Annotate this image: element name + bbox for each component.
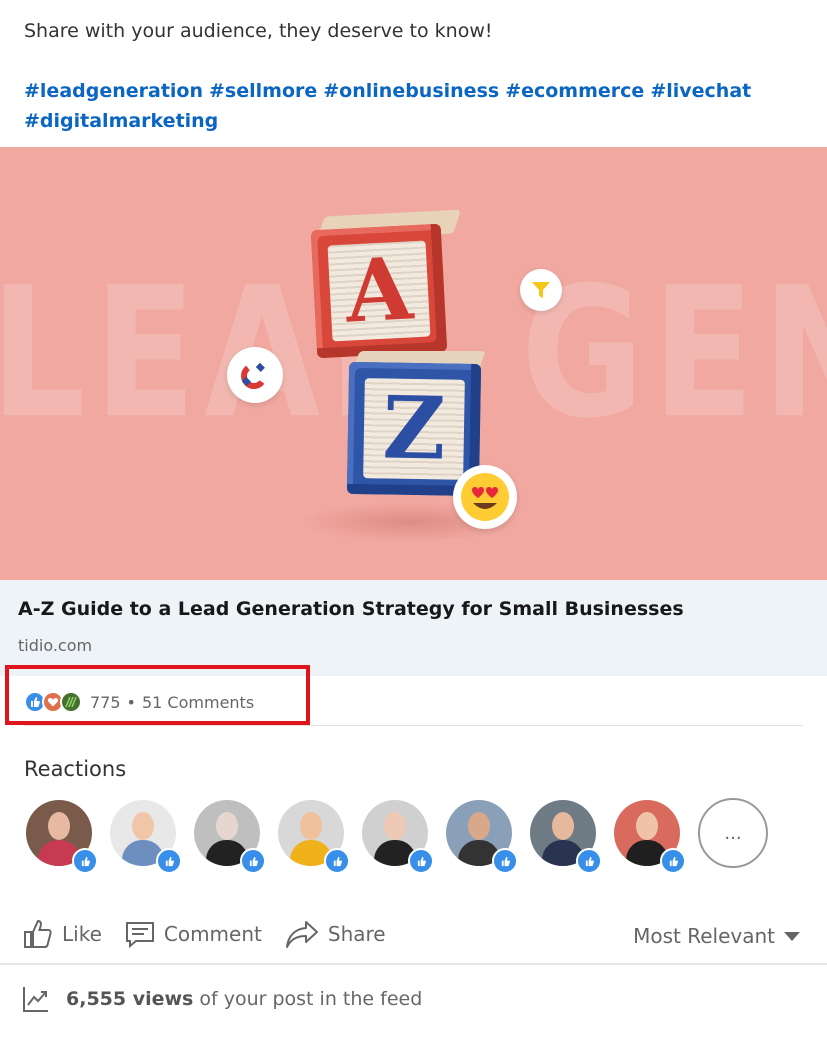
reactor-avatar[interactable]	[362, 800, 434, 874]
letter-block-a: A	[310, 223, 448, 359]
like-badge-icon	[408, 848, 434, 874]
reactor-avatar[interactable]	[446, 800, 518, 874]
count-separator: •	[126, 692, 136, 712]
sort-label: Most Relevant	[633, 924, 775, 948]
reactor-avatar[interactable]	[530, 800, 602, 874]
like-badge-icon	[156, 848, 182, 874]
funnel-icon	[520, 269, 562, 311]
reactor-avatar[interactable]	[614, 800, 686, 874]
reactor-avatar[interactable]	[194, 800, 266, 874]
hashtag-leadgeneration[interactable]: #leadgeneration	[24, 80, 203, 102]
article-hero-image[interactable]: LEAD GENERATION A Z	[0, 147, 827, 580]
like-badge-icon	[72, 848, 98, 874]
reactor-avatar[interactable]	[278, 800, 350, 874]
block-letter-a: A	[343, 238, 415, 343]
comment-icon	[125, 922, 154, 949]
comment-label: Comment	[163, 922, 262, 946]
hashtag-livechat[interactable]: #livechat	[650, 80, 751, 102]
reactions-heading: Reactions	[24, 757, 127, 781]
thumbs-up-icon	[24, 919, 52, 948]
like-badge-icon	[576, 848, 602, 874]
hashtag-list: #leadgeneration #sellmore #onlinebusiness #…	[24, 76, 804, 136]
reactor-avatar[interactable]	[110, 800, 182, 874]
hashtag-digitalmarketing[interactable]: #digitalmarketing	[24, 110, 218, 132]
like-badge-icon	[492, 848, 518, 874]
article-link-card[interactable]: A-Z Guide to a Lead Generation Strategy …	[0, 580, 827, 676]
article-title[interactable]: A-Z Guide to a Lead Generation Strategy …	[18, 598, 684, 620]
like-label: Like	[62, 922, 102, 946]
more-reactions-button[interactable]: ...	[698, 798, 768, 868]
post-body: Share with your audience, they deserve t…	[24, 20, 493, 42]
divider	[24, 725, 803, 726]
share-label: Share	[327, 922, 386, 946]
block-letter-z: Z	[381, 377, 447, 480]
hashtag-ecommerce[interactable]: #ecommerce	[505, 80, 644, 102]
reactor-avatar[interactable]	[26, 800, 98, 874]
social-counts: 775 • 51 Comments	[24, 689, 254, 715]
share-arrow-icon	[285, 921, 318, 948]
reaction-count[interactable]: 775	[90, 693, 121, 712]
post-views[interactable]: 6,555 views of your post in the feed	[22, 985, 422, 1013]
views-count: 6,555 views	[66, 988, 194, 1010]
share-button[interactable]: Share	[284, 918, 386, 950]
heart-eyes-emoji-icon	[453, 465, 517, 529]
like-badge-icon	[324, 848, 350, 874]
caret-down-icon	[784, 932, 800, 941]
comments-count[interactable]: 51 Comments	[142, 693, 254, 712]
article-domain: tidio.com	[18, 636, 93, 655]
sort-comments-dropdown[interactable]: Most Relevant	[633, 924, 801, 948]
magnet-icon	[227, 347, 283, 403]
like-button[interactable]: Like	[22, 918, 102, 950]
post-text: Share with your audience, they deserve t…	[24, 16, 804, 136]
like-badge-icon	[240, 848, 266, 874]
comment-button[interactable]: Comment	[124, 918, 262, 950]
hashtag-sellmore[interactable]: #sellmore	[209, 80, 317, 102]
reactions-avatar-list: ...	[26, 798, 768, 874]
views-suffix: of your post in the feed	[199, 988, 423, 1010]
post-actions: Like Comment Share	[22, 912, 408, 956]
like-badge-icon	[660, 848, 686, 874]
analytics-chart-icon	[23, 987, 48, 1012]
celebrate-reaction-icon	[60, 691, 82, 713]
hashtag-onlinebusiness[interactable]: #onlinebusiness	[323, 80, 499, 102]
divider-bottom	[0, 963, 827, 965]
